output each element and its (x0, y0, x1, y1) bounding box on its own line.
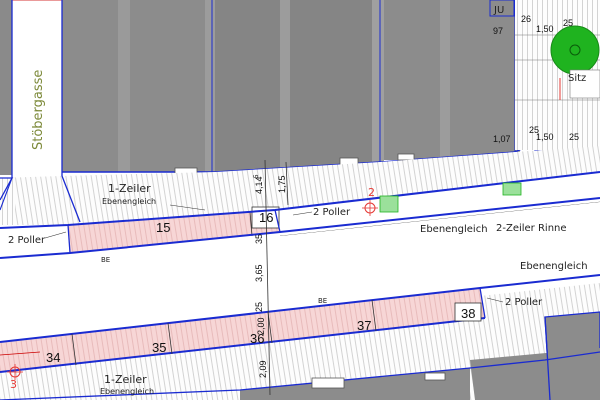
parking-number-38: 38 (461, 306, 475, 321)
building-shaft (440, 0, 450, 160)
gutter-label: 2-Zeiler Rinne (496, 223, 567, 234)
building-block (62, 0, 212, 172)
tree-marker-number: 3 (10, 378, 17, 391)
dim-26: 26 (521, 14, 531, 24)
building-shaft (118, 0, 130, 172)
green-patch (379, 195, 399, 213)
doorstep (424, 372, 446, 381)
north-buildings (0, 0, 600, 176)
dim-25-top: 25 (563, 18, 573, 28)
level-center-label: Ebenengleich (520, 261, 588, 272)
building-shaft (280, 0, 290, 172)
stoebergasse: Stöbergasse (11, 0, 63, 179)
curb-south-note: Ebenengleich (100, 387, 154, 396)
bollard-east-label: 2 Poller (505, 297, 543, 308)
street-name: Stöbergasse (31, 70, 46, 150)
dim-97: 97 (493, 26, 503, 36)
ju-label: JU (493, 5, 504, 16)
level-north-label: Ebenengleich (420, 224, 488, 235)
green-patch (502, 182, 522, 196)
building-shaft (205, 0, 215, 172)
dim-3-65: 3,65 (254, 264, 264, 282)
building-block (0, 0, 12, 175)
bollard-center-label: 2 Poller (313, 207, 351, 218)
bollard-west-label: 2 Poller (8, 235, 46, 246)
dim-4-14: 4,14 (254, 176, 264, 194)
dim-1-50-bottom: 1,50 (536, 132, 554, 142)
sitz-label: Sitz (568, 73, 586, 84)
parking-number-35: 35 (152, 340, 166, 355)
curb-north-note: Ebenengleich (102, 197, 156, 206)
dim-1-75: 1,75 (277, 175, 287, 193)
be-north-label: BE (101, 256, 110, 264)
curb-north-label: 1-Zeiler (108, 182, 151, 195)
dim-25: 25 (254, 302, 264, 312)
dim-35: 35 (254, 234, 264, 244)
building-block (212, 0, 380, 172)
be-south-label: BE (318, 297, 327, 305)
dim-25-b: 25 (569, 132, 579, 142)
doorstep (397, 153, 415, 161)
parking-number-15: 15 (156, 220, 170, 235)
dim-2-09: 2,09 (258, 360, 268, 378)
tree-marker-number: 2 (368, 186, 375, 199)
dim-1-07: 1,07 (493, 134, 511, 144)
dim-1-50-top: 1,50 (536, 24, 554, 34)
dim-2-00: 2,00 (256, 317, 266, 335)
parking-number-37: 37 (357, 318, 371, 333)
curb-south-label: 1-Zeiler (104, 373, 147, 386)
tree-canopy-icon (550, 25, 600, 75)
parking-number-34: 34 (46, 350, 60, 365)
doorstep (311, 377, 345, 389)
building-shaft (372, 0, 384, 172)
site-plan: JU Sitz 97 26 1,50 25 1,07 25 25 1,50 St… (0, 0, 600, 400)
